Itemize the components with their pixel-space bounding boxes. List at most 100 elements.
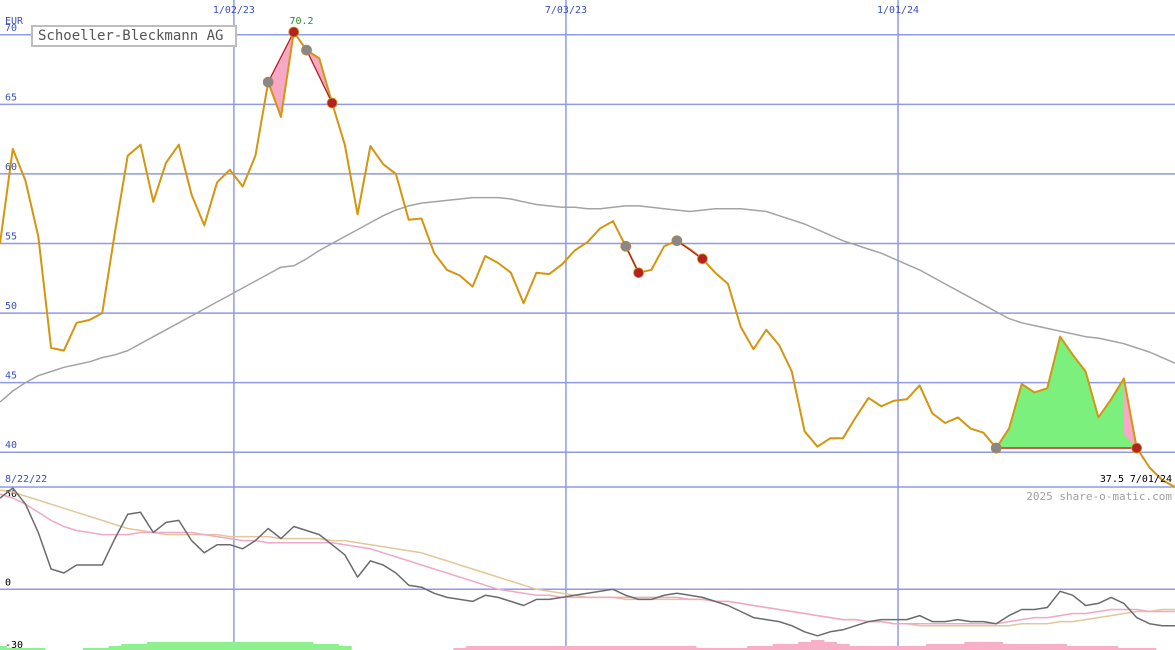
y-tick-label: 65 xyxy=(5,92,17,103)
volume-bar xyxy=(568,645,582,650)
volume-bar xyxy=(606,645,620,650)
volume-bar xyxy=(1028,643,1042,650)
y-tick-label: 55 xyxy=(5,232,17,243)
volume-bar xyxy=(478,645,493,650)
volume-bar xyxy=(249,641,263,650)
volume-bar xyxy=(887,645,901,650)
volume-bar xyxy=(632,645,646,650)
y-tick-label: 60 xyxy=(5,162,17,173)
volume-bar xyxy=(121,643,135,650)
signal-entry-marker xyxy=(620,240,632,252)
volume-bar xyxy=(683,645,697,650)
volume-bar xyxy=(1015,643,1029,650)
volume-bar xyxy=(1066,645,1080,650)
oscillator-fast-line xyxy=(0,493,1175,625)
x-tick-label: 1/01/24 xyxy=(877,5,919,16)
volume-bar xyxy=(134,643,148,650)
signal-exit-marker xyxy=(288,26,300,38)
volume-bar xyxy=(555,645,569,650)
volume-bar xyxy=(772,643,786,650)
volume-bar xyxy=(644,645,659,650)
volume-bar xyxy=(1091,645,1106,650)
osc-y-tick-label: 0 xyxy=(5,577,11,588)
price-chart: 40455055606570EUR1/02/23 7/03/23 1/01/248/… xyxy=(0,0,1175,650)
volume-bar xyxy=(172,641,186,650)
volume-bar xyxy=(338,645,352,650)
volume-bar xyxy=(466,645,480,650)
x-end-label: 7/01/24 xyxy=(1130,474,1172,485)
credit-text: 2025 share-o-matic.com xyxy=(1026,490,1172,503)
signal-entry-marker xyxy=(671,235,683,247)
volume-bar xyxy=(938,643,952,650)
volume-bar xyxy=(1040,643,1055,650)
volume-bar xyxy=(785,643,799,650)
volume-bar xyxy=(759,645,774,650)
volume-bar xyxy=(223,641,237,650)
volume-bar xyxy=(1079,645,1093,650)
volume-bar xyxy=(657,645,672,650)
volume-bar xyxy=(874,645,889,650)
volume-bar xyxy=(542,645,557,650)
y-tick-label: 50 xyxy=(5,301,17,312)
max-price-label: 70.2 xyxy=(289,16,313,27)
signal-entry-marker xyxy=(990,442,1002,454)
volume-bar xyxy=(236,641,250,650)
volume-bar xyxy=(862,645,876,650)
volume-bar xyxy=(811,639,825,650)
volume-bar xyxy=(108,645,122,650)
volume-bar xyxy=(913,645,927,650)
x-tick-label: 1/02/23 xyxy=(213,5,255,16)
x-tick-label: 7/03/23 xyxy=(545,5,587,16)
volume-bar xyxy=(185,641,199,650)
signal-markers xyxy=(262,26,1143,454)
volume-bar xyxy=(619,645,633,650)
volume-bar xyxy=(491,645,505,650)
oscillator-panel: 500-30 xyxy=(0,487,1175,650)
volume-bar xyxy=(210,641,225,650)
volume-bar xyxy=(530,645,544,650)
volume-bar xyxy=(159,641,173,650)
volume-bar xyxy=(1104,645,1119,650)
y-tick-label: 40 xyxy=(5,440,17,451)
volume-bar xyxy=(670,645,684,650)
volume-bar xyxy=(925,643,940,650)
last-price-label: 37.5 xyxy=(1100,474,1124,485)
signal-exit-marker xyxy=(697,253,708,265)
volume-bar xyxy=(747,645,761,650)
volume-bar xyxy=(593,645,608,650)
signal-exit-marker xyxy=(633,267,644,279)
volume-bar xyxy=(951,643,965,650)
volume-bar xyxy=(581,645,595,650)
signal-entry-marker xyxy=(301,44,312,56)
volume-bar xyxy=(1053,643,1067,650)
oscillator-main-line xyxy=(0,487,1175,637)
volume-bar xyxy=(836,643,850,650)
volume-bar xyxy=(274,641,288,650)
volume-bar xyxy=(261,641,276,650)
volume-bar xyxy=(0,645,7,650)
volume-bar xyxy=(197,641,212,650)
volume-bar xyxy=(977,641,991,650)
volume-bar xyxy=(823,641,838,650)
y-tick-label: 45 xyxy=(5,371,17,382)
axis-labels: 40455055606570EUR1/02/23 7/03/23 1/01/248/… xyxy=(5,5,1172,485)
volume-bar xyxy=(504,645,518,650)
signal-fills xyxy=(268,32,1137,449)
signal-entry-marker xyxy=(262,76,274,88)
moving-average-line xyxy=(0,196,1175,403)
y-axis-unit: EUR xyxy=(5,16,24,27)
volume-bar xyxy=(849,645,863,650)
volume-bar xyxy=(989,641,1004,650)
oscillator-slow-line xyxy=(0,489,1175,627)
volume-bar xyxy=(146,641,161,650)
series-lines xyxy=(0,31,1175,488)
price-line xyxy=(0,31,1175,488)
volume-bar xyxy=(300,641,314,650)
volume-bar xyxy=(964,641,978,650)
volume-bar xyxy=(900,645,914,650)
signal-exit-marker xyxy=(1131,442,1143,454)
volume-bar xyxy=(1002,643,1016,650)
volume-bar xyxy=(517,645,531,650)
x-start-label: 8/22/22 xyxy=(5,474,47,485)
signal-exit-marker xyxy=(326,97,338,109)
